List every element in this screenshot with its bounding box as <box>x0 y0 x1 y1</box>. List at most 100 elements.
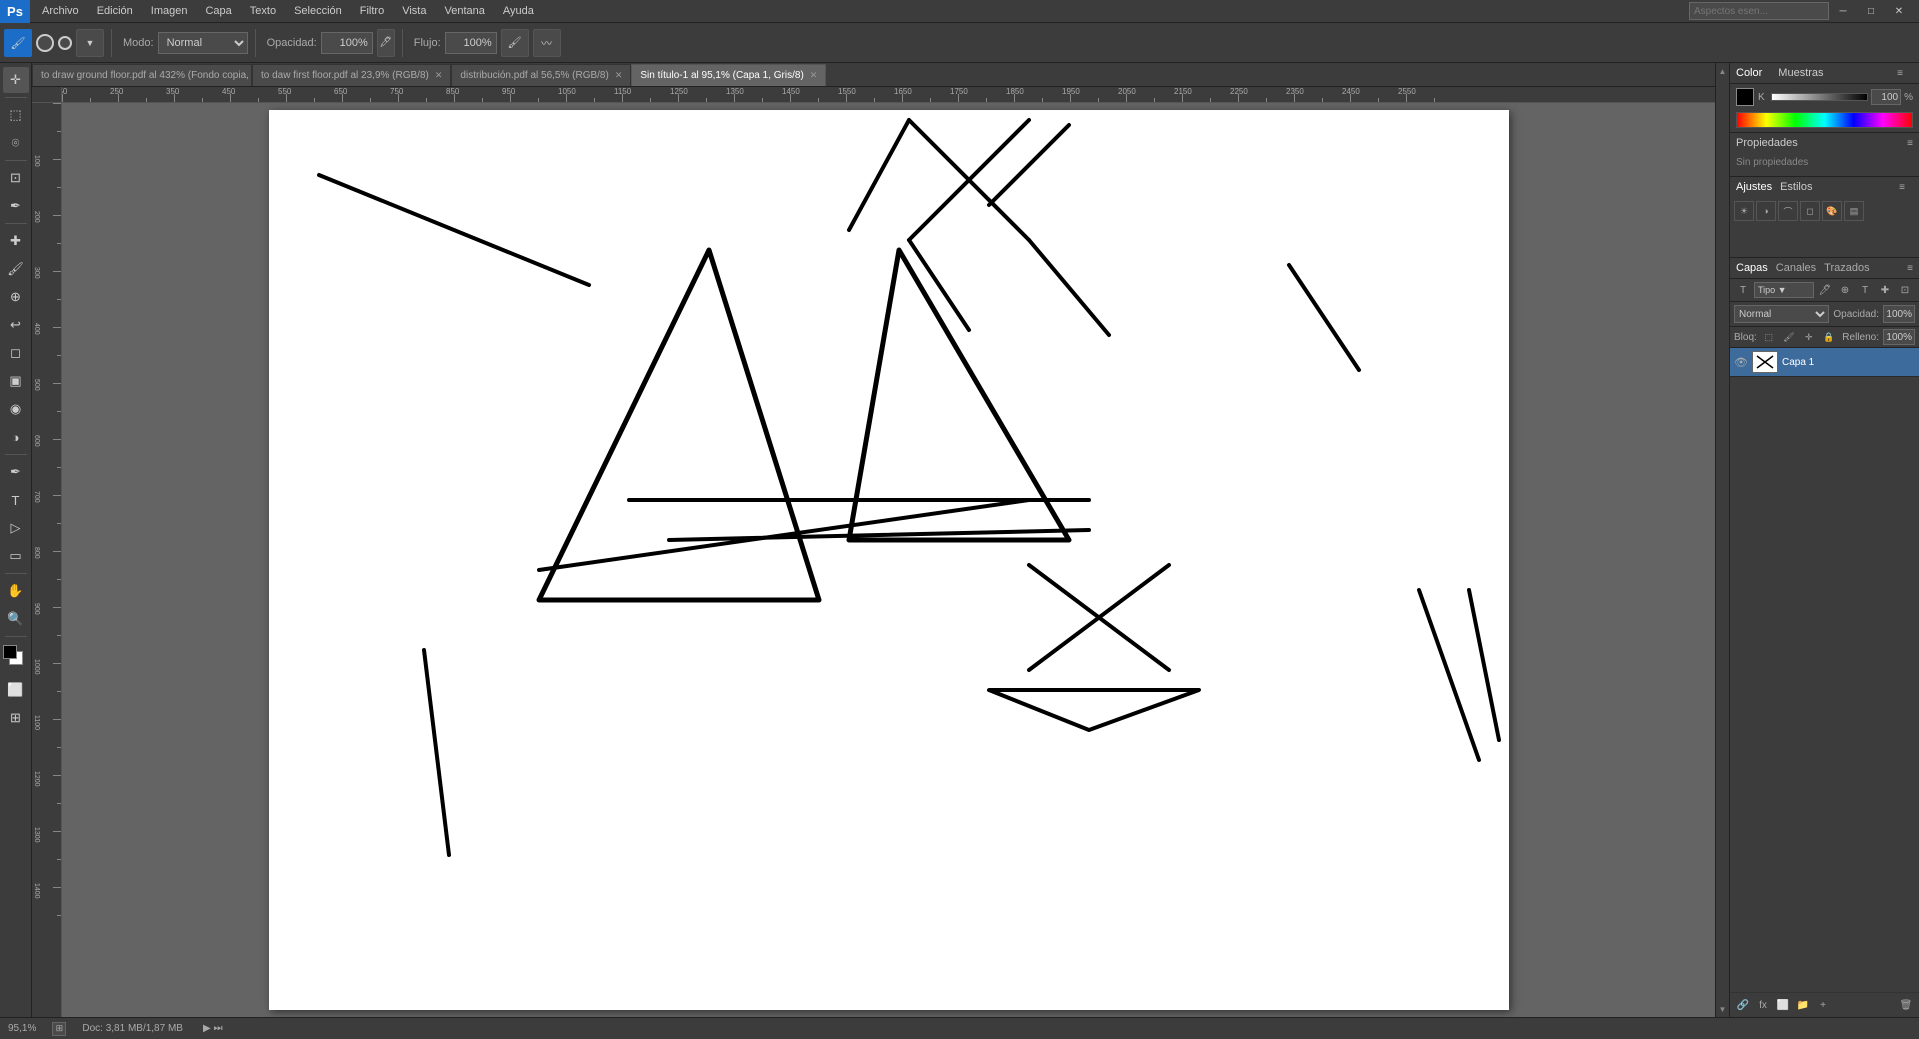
nav-down-btn[interactable]: ▼ <box>1717 1003 1729 1015</box>
canvas-surface[interactable] <box>269 110 1509 1010</box>
clone-tool-icon[interactable]: ⊕ <box>3 284 29 310</box>
lock-position-btn[interactable]: ✛ <box>1801 329 1817 345</box>
history-tool-icon[interactable]: ↩ <box>3 312 29 338</box>
menu-ventana[interactable]: Ventana <box>436 3 492 19</box>
layers-menu[interactable]: ≡ <box>1907 263 1913 274</box>
menu-texto[interactable]: Texto <box>242 3 284 19</box>
nav-up-btn[interactable]: ▲ <box>1717 65 1729 77</box>
layer-filter1[interactable]: 🖊 <box>1816 281 1834 299</box>
lock-all-btn[interactable]: 🔒 <box>1821 329 1837 345</box>
tab-close-2[interactable]: ✕ <box>615 70 623 81</box>
foreground-swatch[interactable] <box>1736 88 1754 106</box>
smoothing-btn[interactable]: 〰 <box>533 29 561 57</box>
dodge-tool-icon[interactable]: ◑ <box>3 424 29 450</box>
crop-tool-icon[interactable]: ⊡ <box>3 165 29 191</box>
pen-tool-icon[interactable]: ✒ <box>3 459 29 485</box>
lasso-tool-icon[interactable]: ⌾ <box>3 130 29 156</box>
adjustments-menu[interactable]: ≡ <box>1899 182 1905 193</box>
opacity-input[interactable] <box>321 32 373 54</box>
foreground-color-swatch[interactable] <box>3 645 17 659</box>
samples-tab[interactable]: Muestras <box>1778 67 1823 79</box>
close-button[interactable]: ✕ <box>1885 0 1913 23</box>
layer-filter-select[interactable]: Tipo ▼ <box>1754 282 1814 298</box>
k-slider[interactable] <box>1771 93 1868 101</box>
lock-transparency-btn[interactable]: ⬚ <box>1761 329 1777 345</box>
color-tab[interactable]: Color <box>1736 67 1762 79</box>
brush-tool-button[interactable]: 🖌 <box>4 29 32 57</box>
search-input[interactable] <box>1689 2 1829 20</box>
layer-filter4[interactable]: ✚ <box>1876 281 1894 299</box>
path-tool-icon[interactable]: ▷ <box>3 515 29 541</box>
layers-tab[interactable]: Capas <box>1736 262 1768 274</box>
adj-exposure[interactable]: ◻ <box>1800 201 1820 221</box>
menu-filtro[interactable]: Filtro <box>352 3 392 19</box>
layer-row-0[interactable]: 👁 Capa 1 <box>1730 348 1919 377</box>
eyedropper-tool-icon[interactable]: ✒ <box>3 193 29 219</box>
delete-layer-btn[interactable]: 🗑 <box>1897 996 1915 1014</box>
maximize-button[interactable]: □ <box>1857 0 1885 23</box>
color-panel-menu[interactable]: ≡ <box>1897 68 1903 79</box>
layer-mode-select[interactable]: Normal <box>1734 305 1829 323</box>
play-btn[interactable]: ▶ <box>203 1023 211 1034</box>
move-tool-icon[interactable]: ✛ <box>3 67 29 93</box>
text-tool-icon[interactable]: T <box>3 487 29 513</box>
adj-levels[interactable]: ▤ <box>1844 201 1864 221</box>
blur-tool-icon[interactable]: ◉ <box>3 396 29 422</box>
menu-imagen[interactable]: Imagen <box>143 3 196 19</box>
quick-mask-icon[interactable]: ⬜ <box>3 677 29 703</box>
menu-edicion[interactable]: Edición <box>89 3 141 19</box>
adj-curves[interactable]: ⌒ <box>1778 201 1798 221</box>
shape-tool-icon[interactable]: ▭ <box>3 543 29 569</box>
lock-pixels-btn[interactable]: 🖌 <box>1781 329 1797 345</box>
menu-capa[interactable]: Capa <box>197 3 239 19</box>
adj-hue[interactable]: 🎨 <box>1822 201 1842 221</box>
zoom-fit-btn[interactable]: ⊞ <box>52 1022 66 1036</box>
brush-options-btn[interactable]: ▼ <box>76 29 104 57</box>
step-btn[interactable]: ⏭ <box>214 1023 223 1034</box>
menu-vista[interactable]: Vista <box>394 3 434 19</box>
layer-opacity-input[interactable] <box>1883 305 1915 323</box>
adjustments-tab[interactable]: Ajustes <box>1736 181 1772 193</box>
k-value-input[interactable] <box>1871 89 1901 105</box>
tab-close-1[interactable]: ✕ <box>435 70 443 81</box>
screen-mode-icon[interactable]: ⊞ <box>3 705 29 731</box>
channels-tab[interactable]: Canales <box>1776 262 1816 274</box>
layer-filter2[interactable]: ⊕ <box>1836 281 1854 299</box>
opacity-options-btn[interactable]: 🖊 <box>377 29 395 57</box>
fill-input[interactable] <box>1883 329 1915 345</box>
menu-archivo[interactable]: Archivo <box>34 3 87 19</box>
tab-0[interactable]: to draw ground floor.pdf al 432% (Fondo … <box>32 64 252 86</box>
airbrush-btn[interactable]: 🖌 <box>501 29 529 57</box>
color-gradient-bar[interactable] <box>1736 112 1913 128</box>
brush-tool-icon[interactable]: 🖌 <box>3 256 29 282</box>
brush-size-btn2[interactable] <box>58 36 72 50</box>
minimize-button[interactable]: ─ <box>1829 0 1857 23</box>
gradient-tool-icon[interactable]: ▣ <box>3 368 29 394</box>
create-group-btn[interactable]: 📁 <box>1794 996 1812 1014</box>
add-style-btn[interactable]: fx <box>1754 996 1772 1014</box>
eraser-tool-icon[interactable]: ◻ <box>3 340 29 366</box>
color-selector[interactable] <box>3 645 29 673</box>
layer-filter3[interactable]: T <box>1856 281 1874 299</box>
mode-select[interactable]: Normal <box>158 32 248 54</box>
properties-panel-menu[interactable]: ≡ <box>1907 138 1913 149</box>
hand-tool-icon[interactable]: ✋ <box>3 578 29 604</box>
adj-brightness[interactable]: ☀ <box>1734 201 1754 221</box>
layer-type-filter[interactable]: T <box>1734 281 1752 299</box>
layer-filter5[interactable]: ⊡ <box>1896 281 1914 299</box>
brush-size-btn1[interactable] <box>36 34 54 52</box>
tab-close-3[interactable]: ✕ <box>810 70 818 81</box>
canvas-viewport[interactable] <box>62 103 1715 1017</box>
layer-visibility-0[interactable]: 👁 <box>1734 355 1748 369</box>
adj-contrast[interactable]: ◑ <box>1756 201 1776 221</box>
styles-tab[interactable]: Estilos <box>1780 181 1812 193</box>
zoom-tool-icon[interactable]: 🔍 <box>3 606 29 632</box>
link-layers-btn[interactable]: 🔗 <box>1734 996 1752 1014</box>
heal-tool-icon[interactable]: ✚ <box>3 228 29 254</box>
add-mask-btn[interactable]: ⬜ <box>1774 996 1792 1014</box>
tab-3[interactable]: Sin título-1 al 95,1% (Capa 1, Gris/8) ✕ <box>631 64 826 86</box>
tab-2[interactable]: distribución.pdf al 56,5% (RGB/8) ✕ <box>451 64 631 86</box>
paths-tab[interactable]: Trazados <box>1824 262 1869 274</box>
flux-input[interactable] <box>445 32 497 54</box>
menu-ayuda[interactable]: Ayuda <box>495 3 542 19</box>
